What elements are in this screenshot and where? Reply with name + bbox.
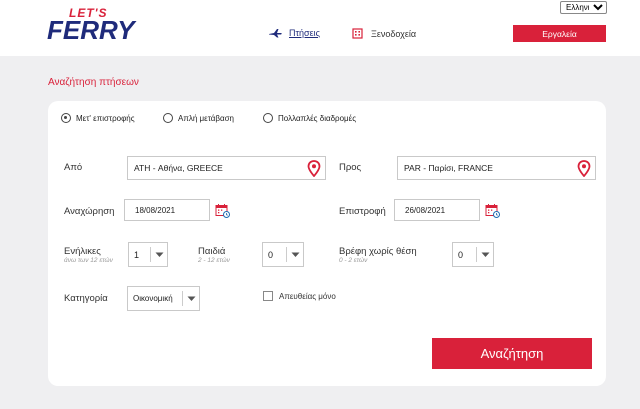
return-date-input[interactable]: 26/08/2021 bbox=[394, 199, 480, 221]
children-age-hint: 2 - 12 ετών bbox=[198, 257, 230, 264]
language-select[interactable]: Ελληνικά bbox=[560, 1, 607, 14]
plane-icon bbox=[269, 29, 282, 38]
chevron-down-icon bbox=[151, 252, 167, 258]
logo-main-text: FERRY bbox=[47, 15, 135, 45]
departure-date-input[interactable]: 18/08/2021 bbox=[124, 199, 210, 221]
search-button[interactable]: Αναζήτηση bbox=[432, 338, 592, 369]
departure-date-value: 18/08/2021 bbox=[135, 205, 176, 215]
to-label: Προς bbox=[339, 162, 362, 173]
to-value: PAR - Παρίσι, FRANCE bbox=[404, 163, 493, 173]
radio-one-way-indicator[interactable] bbox=[163, 113, 173, 123]
adults-age-hint: άνω των 12 ετών bbox=[64, 257, 113, 264]
location-pin-icon bbox=[307, 160, 321, 177]
infants-select[interactable]: 0 bbox=[452, 242, 494, 267]
infants-value: 0 bbox=[458, 249, 464, 260]
from-label: Από bbox=[64, 162, 83, 173]
category-select[interactable]: Οικονομική bbox=[127, 286, 200, 311]
children-label: Παιδιά bbox=[198, 246, 226, 257]
adults-label: Ενήλικες bbox=[64, 246, 101, 257]
calendar-icon[interactable] bbox=[485, 203, 500, 218]
radio-multi-city-indicator[interactable] bbox=[263, 113, 273, 123]
category-value: Οικονομική bbox=[133, 294, 173, 303]
tools-button[interactable]: Εργαλεία bbox=[513, 25, 606, 42]
radio-round-trip-indicator[interactable] bbox=[61, 113, 71, 123]
radio-round-trip-label: Μετ' επιστροφής bbox=[76, 113, 135, 123]
return-label: Επιστροφή bbox=[339, 206, 386, 217]
chevron-down-icon bbox=[183, 296, 199, 302]
calendar-icon[interactable] bbox=[215, 203, 230, 218]
from-value: ATH - Αθήνα, GREECE bbox=[134, 163, 223, 173]
children-value: 0 bbox=[268, 249, 274, 260]
adults-value: 1 bbox=[134, 249, 140, 260]
radio-round-trip[interactable]: Μετ' επιστροφής bbox=[61, 113, 135, 123]
return-date-value: 26/08/2021 bbox=[405, 205, 446, 215]
nav-flights[interactable]: Πτήσεις bbox=[268, 28, 320, 38]
nav-flights-label: Πτήσεις bbox=[289, 28, 320, 38]
nav-hotels-label: Ξενοδοχεία bbox=[371, 28, 417, 39]
category-label: Κατηγορία bbox=[64, 293, 108, 304]
direct-only-label: Απευθείας μόνο bbox=[279, 292, 336, 301]
hotel-icon bbox=[352, 28, 363, 39]
chevron-down-icon bbox=[477, 252, 493, 258]
section-title: Αναζήτηση πτήσεων bbox=[48, 77, 139, 88]
direct-only-checkbox[interactable] bbox=[263, 291, 273, 301]
infants-label: Βρέφη χωρίς θέση bbox=[339, 246, 417, 257]
children-select[interactable]: 0 bbox=[262, 242, 304, 267]
from-input[interactable]: ATH - Αθήνα, GREECE bbox=[127, 156, 326, 180]
departure-label: Αναχώρηση bbox=[64, 206, 115, 217]
infants-age-hint: 0 - 2 ετών bbox=[339, 257, 368, 264]
radio-multi-city-label: Πολλαπλές διαδρομές bbox=[278, 113, 357, 123]
radio-one-way[interactable]: Απλή μετάβαση bbox=[163, 113, 234, 123]
radio-multi-city[interactable]: Πολλαπλές διαδρομές bbox=[263, 113, 356, 123]
nav-hotels[interactable]: Ξενοδοχεία bbox=[352, 28, 416, 39]
header: LET'S FERRY Ελληνικά Πτήσεις Ξενοδοχεία … bbox=[0, 0, 640, 56]
location-pin-icon bbox=[577, 160, 591, 177]
radio-one-way-label: Απλή μετάβαση bbox=[178, 113, 234, 123]
logo[interactable]: LET'S FERRY bbox=[47, 6, 167, 48]
to-input[interactable]: PAR - Παρίσι, FRANCE bbox=[397, 156, 596, 180]
chevron-down-icon bbox=[287, 252, 303, 258]
adults-select[interactable]: 1 bbox=[128, 242, 168, 267]
